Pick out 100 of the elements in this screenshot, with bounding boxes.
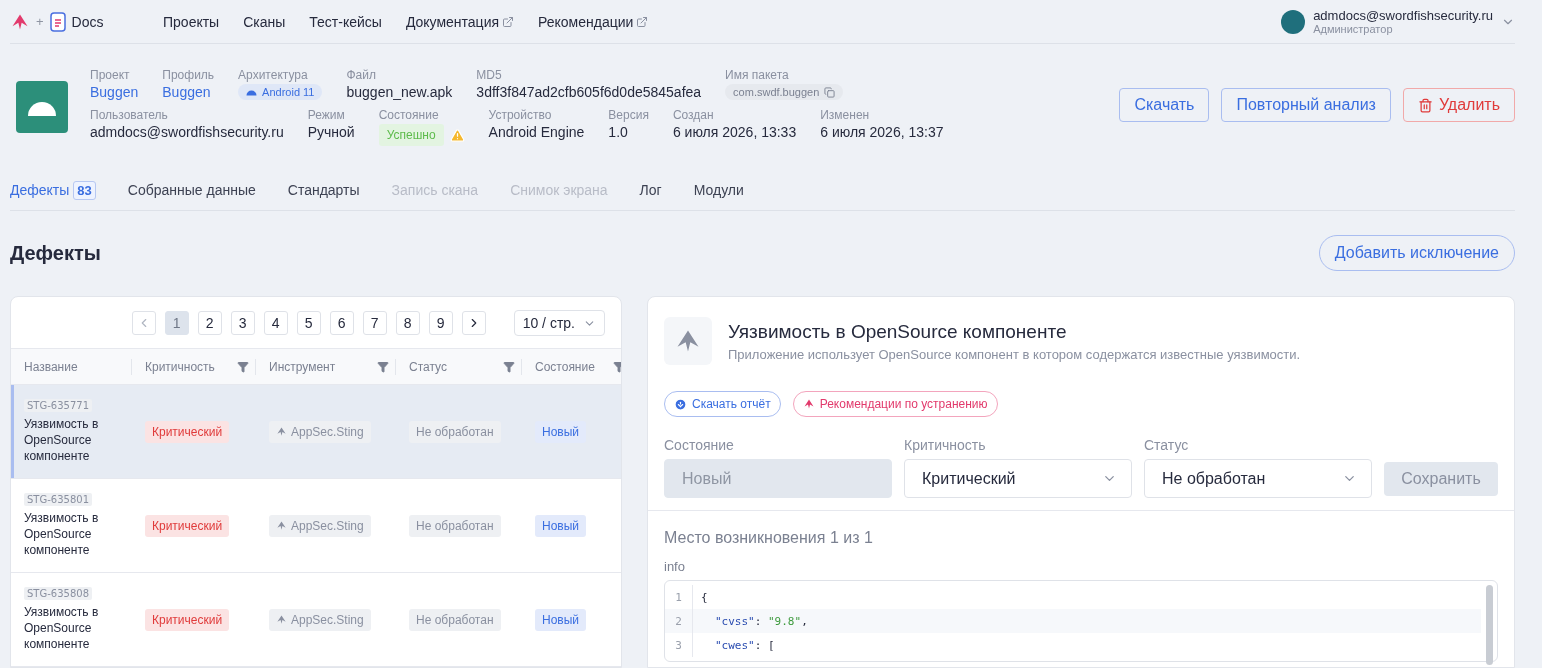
external-link-icon [636,15,649,28]
state-tag: Новый [535,514,587,537]
package-chip: com.swdf.buggen [725,84,844,100]
tab[interactable]: Модули [693,178,744,202]
defect-id: STG-635771 [24,399,92,412]
action-button[interactable]: Повторный анализ [1221,88,1391,122]
field-label: Состояние [378,108,440,122]
field-value: 3dff3f847ad2cfb605f6d0de5845afea [476,84,702,100]
field-label: Версия [608,108,649,122]
field-label: Файл [346,68,377,82]
action-button[interactable]: Удалить [1402,88,1515,122]
status-tag: Не обработан [409,514,501,537]
platform-badge: Android 11 [238,84,323,100]
document-icon [49,11,66,32]
code-label: info [664,559,686,574]
field-value: 6 июля 2026, 13:37 [820,124,944,140]
severity-tag: Критический [145,608,230,631]
filter-icon[interactable] [613,360,621,373]
nav-link[interactable]: Проекты [163,13,220,30]
occurrence-title: Место возникновения 1 из 1 [664,529,874,547]
nav-link[interactable]: Тест-кейсы [309,13,382,30]
nav-link[interactable]: Сканы [243,13,286,30]
brand-name: Docs [71,13,104,30]
field-link[interactable]: Buggen [162,84,215,100]
filter-icon[interactable] [237,360,249,373]
page-button[interactable]: 6 [329,311,354,335]
page-button[interactable]: 5 [296,311,321,335]
field-label: Устройство [488,108,553,122]
field-label: Пользователь [90,108,169,122]
scrollbar[interactable] [1486,585,1493,665]
field-link[interactable]: Buggen [90,84,139,100]
tool-icon [276,614,287,625]
tool-tag: AppSec.Sting [269,514,371,537]
field-label: Режим [307,108,346,122]
tool-icon [276,426,287,437]
field-value: buggen_new.apk [346,84,453,100]
next-page-button[interactable] [461,311,486,335]
code-line: "cvss": "9.8", [714,614,808,628]
plus-sign: + [36,14,44,29]
status-tag: Не обработан [409,420,501,443]
page-button[interactable]: 3 [230,311,255,335]
tool-icon [276,520,287,531]
code-line: "cwes": [ [714,638,775,652]
tool-tag: AppSec.Sting [269,420,371,443]
field-label: Статус [1144,437,1190,453]
field-value: Android Engine [488,124,585,140]
defect-title: Уязвимость в OpenSource компоненте [24,416,100,464]
page-size-select[interactable]: 10 / стр. [513,310,605,336]
tab[interactable]: Лог [639,178,662,202]
field-label: Проект [90,68,131,82]
avatar [1281,9,1306,34]
page-button[interactable]: 7 [362,311,387,335]
select-field[interactable]: Не обработан [1144,459,1372,498]
severity-tag: Критический [145,420,230,443]
field-value: 6 июля 2026, 13:33 [672,124,797,140]
action-button[interactable]: Скачать [1119,88,1210,122]
field-value: Ручной [307,124,355,140]
status-tag: Не обработан [409,608,501,631]
page-button[interactable]: 8 [395,311,420,335]
tab[interactable]: Стандарты [287,178,360,202]
detail-link-button[interactable]: Рекомендации по устранению [792,391,998,417]
field-label: Критичность [904,437,987,453]
state-tag: Новый [535,608,587,631]
code-line: { [700,590,708,604]
defect-id: STG-635801 [24,493,92,506]
nav-link[interactable]: Рекомендации [538,13,649,30]
line-number: 2 [665,609,693,633]
filter-icon[interactable] [377,360,389,373]
page-button[interactable]: 4 [263,311,288,335]
defect-title: Уязвимость в OpenSource компоненте [24,604,100,652]
severity-tag: Критический [145,514,230,537]
column-header: Состояние [535,359,595,374]
defect-id: STG-635808 [24,587,92,600]
defect-heading: Уязвимость в OpenSource компоненте [728,320,1068,343]
copy-icon[interactable] [824,86,836,98]
detail-link-button[interactable]: Скачать отчёт [664,391,781,417]
page-button[interactable]: 9 [428,311,453,335]
field-value: admdocs@swordfishsecurity.ru [90,124,284,140]
select-field[interactable]: Критический [904,459,1132,498]
nav-link[interactable]: Документация [405,13,515,30]
line-number: 3 [665,633,693,657]
field-label: MD5 [476,68,503,82]
download-icon [674,397,687,411]
field-label: Создан [672,108,715,122]
page-button[interactable]: 2 [197,311,222,335]
app-icon [16,81,68,133]
field-label: Состояние [664,437,735,453]
status-badge: Успешно [378,124,444,146]
field-label: Архитектура [238,68,309,82]
tab[interactable]: Дефекты 83 [10,178,96,202]
section-title: Дефекты [10,241,101,265]
tab[interactable]: Собранные данные [127,178,256,202]
tool-tag: AppSec.Sting [269,608,371,631]
state-tag: Новый [535,420,587,443]
filter-icon[interactable] [503,360,515,373]
external-link-icon [502,15,515,28]
table-row[interactable]: STG-635771 Уязвимость в OpenSource компоненте Критический AppSec.Sting Не обработан Новый [11,385,621,479]
user-role: Администратор [1313,23,1394,35]
column-header: Название [24,359,78,374]
field-label: Имя пакета [725,68,790,82]
